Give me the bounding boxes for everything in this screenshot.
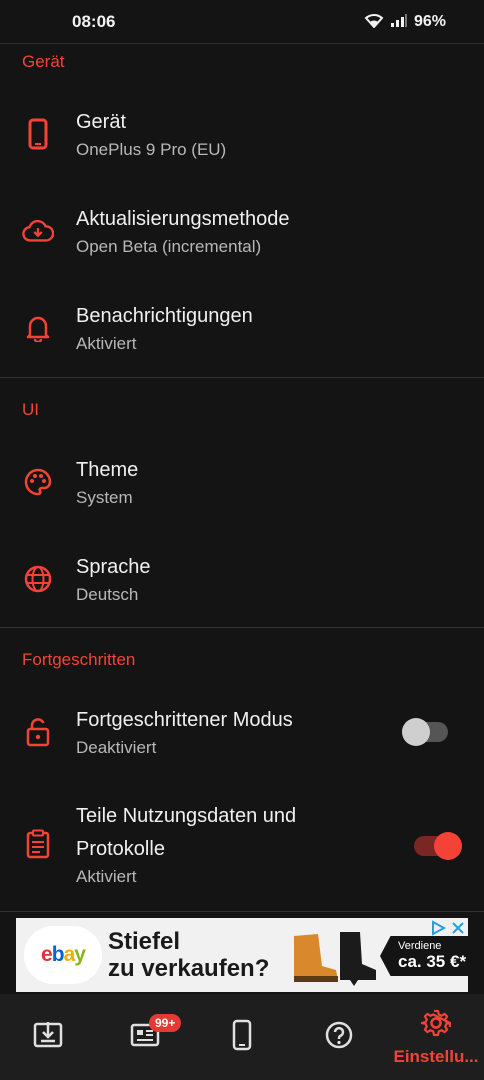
ad-choices[interactable] — [430, 920, 466, 941]
battery-level: 96% — [413, 13, 446, 30]
device-icon — [232, 1019, 252, 1056]
nav-item-device[interactable] — [194, 994, 290, 1080]
item-title-line2: Protokolle — [76, 838, 165, 860]
item-subtitle: Open Beta (incremental) — [76, 237, 262, 256]
help-icon — [324, 1020, 354, 1055]
section-divider — [0, 627, 484, 628]
section-divider — [0, 377, 484, 378]
settings-item-advanced-mode[interactable]: Fortgeschrittener Modus Deaktiviert — [0, 700, 484, 796]
section-title-advanced: Fortgeschritten — [22, 650, 136, 669]
nav-label-settings: Einstellu... — [393, 1046, 479, 1066]
globe-icon — [22, 563, 54, 595]
settings-item-notifications[interactable]: Benachrichtigungen Aktiviert — [0, 294, 484, 378]
item-subtitle: Deaktiviert — [76, 738, 157, 757]
status-time: 08:06 — [72, 12, 116, 31]
phone-icon — [22, 118, 54, 150]
settings-item-language[interactable]: Sprache Deutsch — [0, 547, 484, 627]
ad-promo-line2: ca. 35 €* — [398, 952, 467, 971]
item-title: Fortgeschrittener Modus — [76, 709, 293, 731]
top-divider — [0, 43, 484, 44]
item-subtitle: OnePlus 9 Pro (EU) — [76, 140, 227, 159]
ad-headline-line1: Stiefel — [108, 928, 181, 955]
item-subtitle: System — [76, 488, 133, 507]
download-icon — [32, 1020, 64, 1055]
nav-item-help[interactable] — [291, 994, 387, 1080]
section-title-ui: UI — [22, 400, 39, 419]
cloud-download-icon — [22, 215, 54, 247]
palette-icon — [22, 466, 54, 498]
item-title: Aktualisierungsmethode — [76, 208, 290, 230]
settings-item-theme[interactable]: Theme System — [0, 450, 484, 546]
close-ad-icon[interactable] — [450, 920, 466, 941]
toggle-knob — [402, 718, 430, 746]
item-title: Sprache — [76, 556, 151, 578]
ad-promo-line1: Verdiene — [398, 940, 442, 952]
status-bar: 08:06 96% — [0, 0, 484, 44]
item-title: Gerät — [76, 111, 127, 133]
settings-icon — [420, 1008, 452, 1043]
signal-icon — [390, 13, 408, 32]
section-title-device: Gerät — [22, 52, 65, 71]
bell-icon — [22, 312, 54, 344]
ad-headline: Stiefel zu verkaufen? — [108, 928, 269, 982]
bottom-navigation: 99+ Einstellu... — [0, 994, 484, 1080]
nav-item-downloads[interactable] — [0, 994, 96, 1080]
nav-item-settings[interactable]: Einstellu... — [388, 994, 484, 1080]
item-subtitle: Aktiviert — [76, 334, 137, 353]
item-title-line1: Teile Nutzungsdaten und — [76, 805, 297, 827]
toggle-knob — [434, 832, 462, 860]
clipboard-icon — [22, 828, 54, 860]
settings-item-share-usage-data[interactable]: Teile Nutzungsdaten und Protokolle Aktiv… — [0, 800, 484, 910]
item-title: Benachrichtigungen — [76, 305, 253, 327]
status-icons: 96% — [364, 12, 446, 33]
ad-headline-line2: zu verkaufen? — [108, 955, 270, 982]
adchoices-icon[interactable] — [430, 920, 447, 941]
settings-item-update-method[interactable]: Aktualisierungsmethode Open Beta (increm… — [0, 197, 484, 293]
news-badge: 99+ — [149, 1014, 182, 1032]
ebay-logo: ebay — [24, 926, 102, 984]
item-subtitle: Aktiviert — [76, 867, 137, 886]
item-title: Theme — [76, 459, 139, 481]
item-subtitle: Deutsch — [76, 585, 139, 604]
settings-item-device[interactable]: Gerät OnePlus 9 Pro (EU) — [0, 100, 484, 196]
lock-icon — [22, 716, 54, 748]
boots-image — [284, 926, 384, 986]
nav-item-news[interactable]: 99+ — [97, 994, 193, 1080]
ad-banner[interactable]: ebay Stiefel zu verkaufen? Verdiene ca. … — [16, 918, 468, 992]
section-divider — [0, 911, 484, 912]
advanced-mode-toggle[interactable] — [402, 718, 448, 746]
share-usage-data-toggle[interactable] — [414, 832, 462, 860]
ad-promo-tag: Verdiene ca. 35 €* — [380, 936, 468, 976]
wifi-icon — [364, 12, 384, 33]
